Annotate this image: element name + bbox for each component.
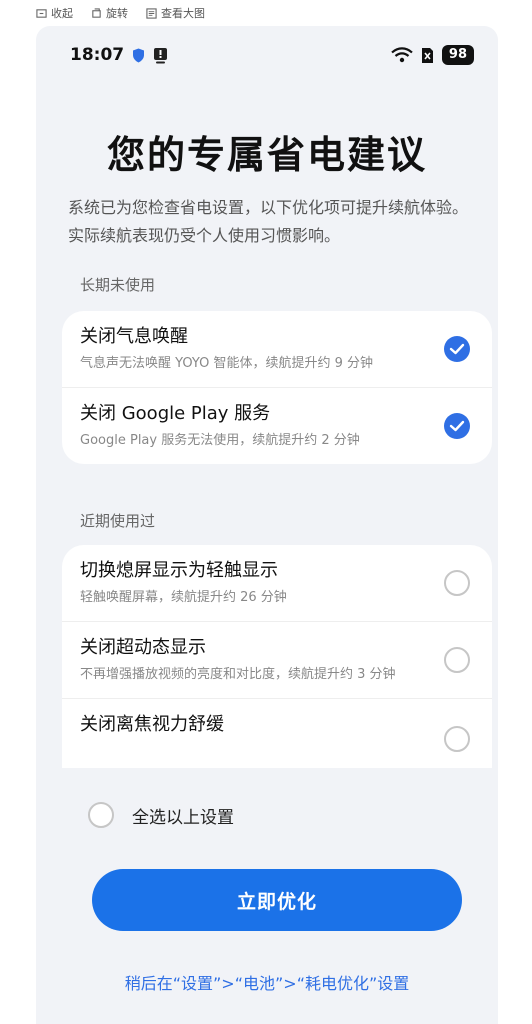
battery-indicator: 98 — [441, 45, 474, 65]
page-title: 您的专属省电建议 — [106, 133, 427, 177]
select-all-label: 全选以上设置 — [132, 807, 234, 828]
select-all-toggle[interactable]: 全选以上设置 — [88, 802, 234, 828]
checkbox-checked[interactable] — [444, 413, 470, 439]
rotate-label: 旋转 — [106, 7, 128, 20]
list-item-google-play[interactable]: 关闭 Google Play 服务 Google Play 服务无法使用，续航提… — [62, 388, 492, 464]
section-label-long-unused: 长期未使用 — [80, 276, 156, 294]
item-subtitle: Google Play 服务无法使用，续航提升约 2 分钟 — [80, 433, 360, 448]
list-item-hyper-display[interactable]: 关闭超动态显示 不再增强播放视频的亮度和对比度，续航提升约 3 分钟 — [62, 622, 492, 699]
item-subtitle: 不再增强播放视频的亮度和对比度，续航提升约 3 分钟 — [80, 667, 396, 682]
item-title: 关闭 Google Play 服务 — [80, 403, 271, 424]
item-subtitle: 轻触唤醒屏幕，续航提升约 26 分钟 — [80, 590, 287, 605]
collapse-label: 收起 — [51, 7, 73, 20]
rotate-icon — [92, 7, 101, 18]
page-description: 系统已为您检查省电设置，以下优化项可提升续航体验。实际续航表现仍受个人使用习惯影… — [68, 198, 469, 245]
status-bar: 18:07 98 — [36, 40, 498, 70]
collapse-button[interactable]: 收起 — [36, 5, 73, 21]
shield-icon — [133, 48, 145, 62]
list-item-defocus-eye-comfort[interactable]: 关闭离焦视力舒缓 — [62, 699, 492, 752]
checkbox-unchecked[interactable] — [444, 647, 470, 673]
card-recently-used: 切换熄屏显示为轻触显示 轻触唤醒屏幕，续航提升约 26 分钟 关闭超动态显示 不… — [62, 545, 492, 768]
no-sim-icon — [421, 47, 433, 63]
select-all-radio[interactable] — [88, 802, 114, 828]
collapse-icon — [36, 8, 47, 18]
section-label-recently-used: 近期使用过 — [80, 512, 156, 530]
list-item-aod-tap[interactable]: 切换熄屏显示为轻触显示 轻触唤醒屏幕，续航提升约 26 分钟 — [62, 545, 492, 622]
view-large-label: 查看大图 — [161, 7, 205, 20]
card-long-unused: 关闭气息唤醒 气息声无法唤醒 YOYO 智能体，续航提升约 9 分钟 关闭 Go… — [62, 311, 492, 464]
phone-screen: 18:07 98 您的专属省电建议 系统已为您检查省电设置，以下优化项可提升续航… — [36, 26, 498, 1024]
view-large-icon — [146, 7, 157, 19]
checkbox-unchecked[interactable] — [444, 570, 470, 596]
checkbox-checked[interactable] — [444, 336, 470, 362]
item-title: 关闭气息唤醒 — [80, 326, 188, 347]
settings-path-link[interactable]: 稍后在“设置”>“电池”>“耗电优化”设置 — [36, 970, 498, 994]
viewer-toolbar: 收起 旋转 查看大图 — [0, 0, 532, 26]
item-title: 关闭离焦视力舒缓 — [80, 714, 224, 735]
rotate-button[interactable]: 旋转 — [91, 5, 128, 21]
item-title: 关闭超动态显示 — [80, 637, 206, 658]
checkmark-icon — [449, 420, 465, 432]
item-title: 切换熄屏显示为轻触显示 — [80, 560, 278, 581]
checkmark-icon — [449, 343, 465, 355]
checkbox-unchecked[interactable] — [444, 726, 470, 752]
status-time: 18:07 — [70, 45, 125, 65]
view-large-button[interactable]: 查看大图 — [146, 5, 205, 21]
notification-icon — [154, 47, 168, 63]
item-subtitle: 气息声无法唤醒 YOYO 智能体，续航提升约 9 分钟 — [80, 356, 374, 371]
list-item-breath-wake[interactable]: 关闭气息唤醒 气息声无法唤醒 YOYO 智能体，续航提升约 9 分钟 — [62, 311, 492, 388]
optimize-now-button[interactable]: 立即优化 — [92, 869, 462, 931]
wifi-icon — [391, 47, 413, 63]
